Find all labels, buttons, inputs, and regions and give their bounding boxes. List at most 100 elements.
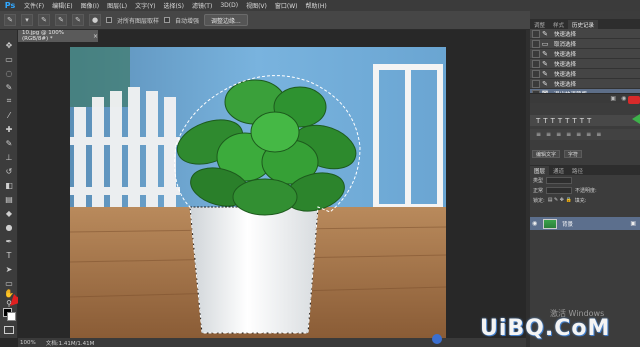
canvas-area[interactable]: [18, 42, 526, 338]
tab-styles[interactable]: 样式: [549, 20, 568, 29]
camera-icon[interactable]: ◉: [621, 95, 626, 102]
type-style-icon[interactable]: T: [558, 117, 562, 125]
tab-layers[interactable]: 图层: [530, 166, 550, 175]
eraser-tool-icon[interactable]: ◧: [3, 180, 15, 190]
tab-history[interactable]: 历史记录: [568, 20, 599, 29]
refine-edge-button[interactable]: 调整边缘...: [204, 14, 248, 26]
sample-all-layers-label: 对所有图层取样: [117, 17, 160, 25]
new-selection-icon[interactable]: ✎: [38, 14, 50, 26]
menu-filter[interactable]: 滤镜(T): [188, 1, 216, 10]
paragraph-panel-strip: ≡ ≡ ≡ ≡ ≡ ≡ ≡: [530, 129, 640, 140]
layers-panel-tabs: 图层 通道 路径: [530, 165, 640, 175]
type-style-icon[interactable]: T: [551, 117, 555, 125]
history-item[interactable]: ✎ 快速选择: [530, 49, 640, 59]
type-tool-icon[interactable]: T: [3, 250, 15, 260]
history-snapshot-toggle[interactable]: [532, 49, 540, 58]
layer-row-background[interactable]: ◉ 背景 ▣: [530, 217, 640, 230]
layer-filter-select[interactable]: [546, 176, 573, 184]
character-button[interactable]: 字符: [564, 150, 583, 158]
character-panel-strip: T T T T T T T T: [530, 115, 640, 126]
document-size: 文档:1.41M/1.41M: [45, 340, 95, 347]
blend-mode-select[interactable]: 正常: [533, 187, 543, 194]
eyedropper-tool-icon[interactable]: ⁄: [3, 110, 15, 120]
tab-channels[interactable]: 通道: [549, 166, 568, 175]
canvas-image[interactable]: [70, 47, 446, 338]
history-item-label: 快速选择: [554, 81, 577, 88]
marquee-tool-icon[interactable]: ▭: [3, 54, 15, 64]
history-snapshot-toggle[interactable]: [532, 39, 540, 48]
menu-window[interactable]: 窗口(W): [271, 1, 302, 10]
close-icon[interactable]: ×: [93, 33, 98, 40]
quick-selection-icon: ✎: [542, 29, 548, 38]
right-panels: 调整 样式 历史记录 ✎ 快速选择 ▭ 取消选择 ✎ 快速选择 ✎ 快速选择 ✎…: [530, 11, 640, 347]
menu-help[interactable]: 帮助(H): [302, 1, 331, 10]
edit-text-button[interactable]: 编辑文字: [532, 150, 561, 158]
history-snapshot-toggle[interactable]: [532, 79, 540, 88]
menu-layer[interactable]: 图层(L): [103, 1, 131, 10]
menu-edit[interactable]: 编辑(E): [48, 1, 76, 10]
history-snapshot-toggle[interactable]: [532, 29, 540, 38]
lock-label: 锁定:: [533, 197, 545, 204]
type-style-icon[interactable]: T: [580, 117, 584, 125]
menu-image[interactable]: 图像(I): [77, 1, 103, 10]
lasso-tool-icon[interactable]: ◌: [3, 68, 15, 78]
zoom-level[interactable]: 100%: [20, 340, 36, 346]
sample-all-layers-checkbox[interactable]: [106, 17, 112, 23]
justify-icon[interactable]: ≡: [566, 131, 571, 138]
auto-enhance-checkbox[interactable]: [164, 17, 171, 23]
history-snapshot-toggle[interactable]: [532, 59, 540, 68]
brush-tool-icon[interactable]: ✎: [3, 138, 15, 148]
justify-icon[interactable]: ≡: [586, 131, 591, 138]
history-panel-tabs: 调整 样式 历史记录: [530, 19, 640, 29]
history-snapshot-toggle[interactable]: [532, 69, 540, 78]
clone-stamp-icon[interactable]: ⊥: [3, 152, 15, 162]
eye-icon[interactable]: ◉: [532, 220, 540, 227]
status-bar: 100% 文档:1.41M/1.41M: [18, 338, 526, 347]
type-style-icon[interactable]: T: [565, 117, 569, 125]
justify-icon[interactable]: ≡: [576, 131, 581, 138]
quick-mask-button[interactable]: [4, 326, 14, 334]
tab-adjustments[interactable]: 调整: [530, 20, 549, 29]
new-document-from-state-icon[interactable]: ▣: [610, 95, 616, 102]
history-item[interactable]: ✎ 快速选择: [530, 29, 640, 39]
subtract-from-selection-icon[interactable]: ✎: [72, 14, 84, 26]
history-item[interactable]: ✎ 快速选择: [530, 69, 640, 79]
brush-size-picker[interactable]: ▾: [21, 14, 33, 26]
type-style-icon[interactable]: T: [572, 117, 576, 125]
blend-mode-box[interactable]: [546, 186, 573, 194]
menu-view[interactable]: 视图(V): [242, 1, 271, 10]
align-right-icon[interactable]: ≡: [556, 131, 561, 138]
gradient-tool-icon[interactable]: ▤: [3, 194, 15, 204]
history-item[interactable]: ✎ 快速选择: [530, 59, 640, 69]
menu-type[interactable]: 文字(Y): [131, 1, 159, 10]
justify-icon[interactable]: ≡: [596, 131, 601, 138]
align-left-icon[interactable]: ≡: [536, 131, 541, 138]
history-brush-icon[interactable]: ↺: [3, 166, 15, 176]
history-item[interactable]: ▭ 取消选择: [530, 39, 640, 49]
tab-paths[interactable]: 路径: [568, 166, 587, 175]
add-to-selection-icon[interactable]: ✎: [55, 14, 67, 26]
history-item[interactable]: ✎ 快速选择: [530, 79, 640, 89]
pen-tool-icon[interactable]: ✒: [3, 236, 15, 246]
type-style-icon[interactable]: T: [587, 117, 591, 125]
crop-tool-icon[interactable]: ⌗: [3, 96, 15, 106]
quick-selection-tool-icon[interactable]: ✎: [4, 14, 16, 26]
menu-file[interactable]: 文件(F): [20, 1, 48, 10]
brush-options-icon[interactable]: ●: [89, 14, 101, 26]
layer-filter-kind[interactable]: 类型: [533, 177, 543, 184]
lock-icons[interactable]: ▤ ✎ ✥ 🔒: [548, 197, 572, 203]
background-color-swatch[interactable]: [7, 312, 16, 321]
history-item-label: 快速选择: [554, 31, 577, 38]
align-center-icon[interactable]: ≡: [546, 131, 551, 138]
document-tab[interactable]: 10.jpg @ 100%(RGB/8#) * ×: [18, 30, 98, 42]
healing-brush-icon[interactable]: ✚: [3, 124, 15, 134]
lock-icon: ▣: [630, 220, 636, 227]
type-style-icon[interactable]: T: [543, 117, 547, 125]
dodge-tool-icon[interactable]: ●: [3, 222, 15, 232]
move-tool-icon[interactable]: ✥: [3, 40, 15, 50]
type-style-icon[interactable]: T: [536, 117, 540, 125]
quick-selection-icon[interactable]: ✎: [3, 82, 15, 92]
menu-3d[interactable]: 3D(D): [216, 2, 242, 9]
menu-select[interactable]: 选择(S): [159, 1, 188, 10]
blur-tool-icon[interactable]: ◆: [3, 208, 15, 218]
